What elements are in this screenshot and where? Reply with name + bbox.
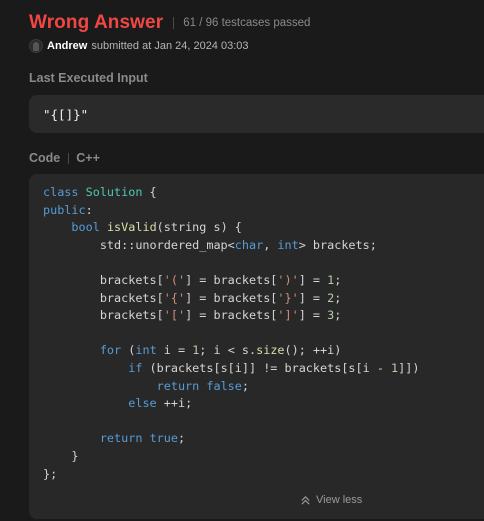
code-line: bool isValid(string s) { <box>71 220 242 235</box>
divider <box>68 152 70 164</box>
code-content: class Solution { public: bool isValid(str… <box>43 184 419 483</box>
code-line: if (brackets[s[i]] != brackets[s[i - 1]]… <box>128 360 420 375</box>
code-label: Code <box>29 151 61 165</box>
submitted-time: submitted at Jan 24, 2024 03:03 <box>91 40 249 52</box>
user-avatar[interactable] <box>29 39 43 53</box>
last-input-box: "{[]}" <box>29 95 484 133</box>
code-line: } <box>43 448 79 463</box>
code-line: brackets['('] = brackets[')'] = 1; <box>43 272 342 287</box>
code-line: ​ <box>43 254 419 272</box>
code-line: return false; <box>156 378 249 393</box>
result-header: Wrong Answer 61 / 96 testcases passed <box>29 12 310 34</box>
code-line: return true; <box>99 431 186 446</box>
code-line: brackets['['] = brackets[']'] = 3; <box>43 308 342 323</box>
code-line: ​ <box>43 325 419 343</box>
code-line: std::unordered_map<char, int> brackets; <box>43 237 377 252</box>
submission-detail-panel: Wrong Answer 61 / 96 testcases passed An… <box>0 0 484 521</box>
result-status: Wrong Answer <box>29 12 164 33</box>
code-line: brackets['{'] = brackets['}'] = 2; <box>43 290 342 305</box>
view-less-button[interactable]: View less <box>300 494 362 506</box>
code-line: class Solution { <box>43 185 157 199</box>
chevron-up-double-icon <box>301 495 310 505</box>
code-block: class Solution { public: bool isValid(str… <box>29 174 484 519</box>
code-line: else ++i; <box>128 396 193 411</box>
code-language: C++ <box>76 151 100 165</box>
submission-meta: Andrew submitted at Jan 24, 2024 03:03 <box>29 39 249 53</box>
code-line: for (int i = 1; i < s.size(); ++i) <box>99 343 342 358</box>
code-line: ​ <box>43 413 419 431</box>
code-line: public: <box>43 202 93 217</box>
testcases-passed: 61 / 96 testcases passed <box>183 17 311 29</box>
view-less-label: View less <box>316 494 363 506</box>
code-line: }; <box>43 466 58 481</box>
code-header: Code C++ <box>29 151 100 165</box>
divider <box>173 17 175 29</box>
last-input-value: "{[]}" <box>43 106 89 122</box>
last-input-label: Last Executed Input <box>29 71 148 85</box>
username-link[interactable]: Andrew <box>47 40 87 52</box>
